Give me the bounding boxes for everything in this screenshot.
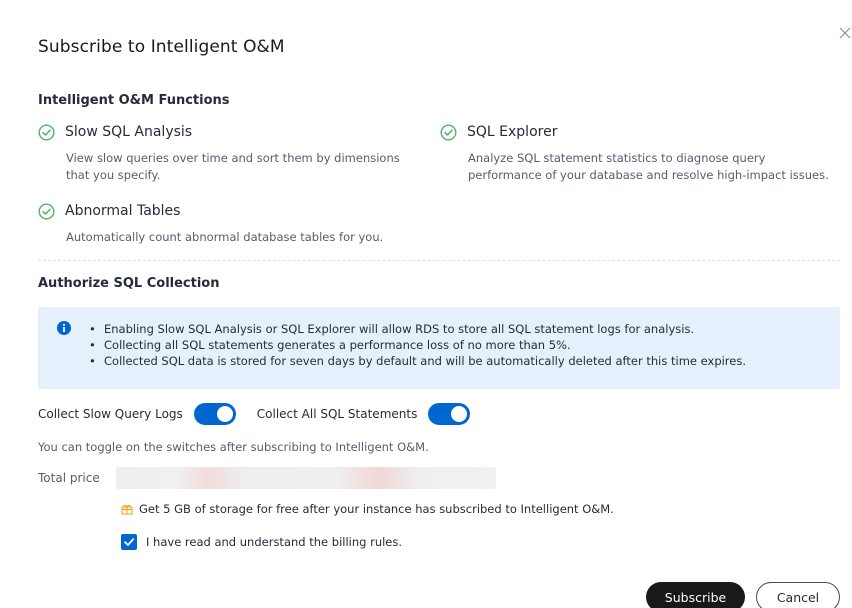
slow-query-logs-toggle[interactable] <box>193 403 236 425</box>
check-circle-icon <box>440 123 457 141</box>
notice-list: Enabling Slow SQL Analysis or SQL Explor… <box>88 321 746 369</box>
feature-name: Slow SQL Analysis <box>65 124 193 140</box>
total-price-value <box>116 467 496 489</box>
toggle-knob <box>451 406 468 422</box>
dialog-title: Subscribe to Intelligent O&M <box>38 37 285 57</box>
feature-sql-explorer: SQL Explorer Analyze SQL statement stati… <box>440 122 829 184</box>
check-circle-icon <box>38 202 55 220</box>
billing-rules-text: I have read and understand the billing r… <box>146 535 403 549</box>
toggle-knob <box>216 406 233 422</box>
notice-box: Enabling Slow SQL Analysis or SQL Explor… <box>38 307 840 389</box>
subscribe-dialog: Subscribe to Intelligent O&M Intelligent… <box>0 0 852 608</box>
section-divider <box>38 260 840 261</box>
notice-item: Enabling Slow SQL Analysis or SQL Explor… <box>88 321 746 337</box>
functions-heading: Intelligent O&M Functions <box>38 93 230 108</box>
notice-item: Collected SQL data is stored for seven d… <box>88 353 746 369</box>
feature-abnormal-tables: Abnormal Tables Automatically count abno… <box>38 201 383 246</box>
collection-switches: Collect Slow Query Logs Collect All SQL … <box>38 402 471 426</box>
all-sql-statements-toggle[interactable] <box>428 403 471 425</box>
feature-name: SQL Explorer <box>467 124 558 140</box>
feature-name: Abnormal Tables <box>65 203 181 219</box>
switch-hint: You can toggle on the switches after sub… <box>38 440 429 454</box>
notice-item: Collecting all SQL statements generates … <box>88 337 746 353</box>
check-circle-icon <box>38 123 55 141</box>
billing-agreement: I have read and understand the billing r… <box>121 534 402 550</box>
feature-description: Analyze SQL statement statistics to diag… <box>468 151 829 182</box>
total-price-label: Total price <box>38 471 100 485</box>
feature-slow-sql-analysis: Slow SQL Analysis View slow queries over… <box>38 122 400 184</box>
subscribe-button[interactable]: Subscribe <box>646 582 745 608</box>
free-storage-text: Get 5 GB of storage for free after your … <box>139 502 614 516</box>
slow-query-logs-label: Collect Slow Query Logs <box>38 407 183 421</box>
feature-description: Automatically count abnormal database ta… <box>66 230 384 244</box>
authorize-heading: Authorize SQL Collection <box>38 276 220 291</box>
cancel-button[interactable]: Cancel <box>756 582 840 608</box>
feature-description: View slow queries over time and sort the… <box>66 151 400 182</box>
info-icon <box>57 321 71 335</box>
close-icon[interactable] <box>838 26 852 40</box>
free-storage-notice: Get 5 GB of storage for free after your … <box>121 502 614 516</box>
check-icon <box>124 538 135 546</box>
gift-icon <box>121 504 133 515</box>
all-sql-statements-label: Collect All SQL Statements <box>256 407 418 421</box>
billing-rules-checkbox[interactable] <box>121 534 137 550</box>
